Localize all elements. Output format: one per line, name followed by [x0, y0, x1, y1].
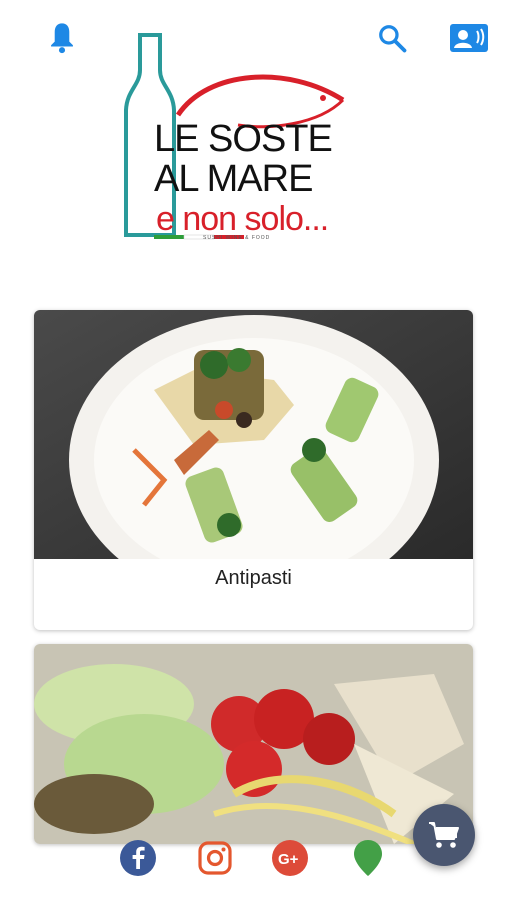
instagram-icon: [198, 841, 232, 875]
location-link[interactable]: [348, 838, 388, 878]
logo-line-2: AL MARE: [154, 158, 313, 200]
antipasti-photo: [34, 310, 473, 559]
map-pin-icon: [354, 840, 382, 876]
instagram-link[interactable]: [195, 838, 235, 878]
category-card-2[interactable]: [34, 644, 473, 844]
svg-text:G+: G+: [278, 851, 299, 868]
logo-tagline: SUSHI WINE & FOOD: [203, 235, 271, 241]
facebook-link[interactable]: [118, 838, 158, 878]
google-plus-link[interactable]: G+: [270, 838, 310, 878]
search-icon: [379, 25, 407, 53]
salad-photo: [34, 644, 473, 844]
notifications-button[interactable]: [40, 16, 84, 60]
google-plus-icon: G+: [272, 840, 308, 876]
logo-line-1: LE SOSTE: [154, 118, 333, 160]
contact-button[interactable]: [447, 16, 491, 60]
facebook-icon: [120, 840, 156, 876]
contact-card-icon: [450, 24, 488, 52]
category-card-antipasti[interactable]: Antipasti: [34, 310, 473, 630]
cart-button[interactable]: [413, 804, 475, 866]
search-button[interactable]: [370, 16, 414, 60]
restaurant-logo: LE SOSTE AL MARE e non solo... SUSHI WIN…: [118, 30, 363, 250]
bell-icon: [51, 23, 73, 54]
logo-line-3: e non solo...: [156, 200, 329, 238]
category-title: Antipasti: [215, 567, 292, 589]
cart-icon: [429, 822, 459, 848]
